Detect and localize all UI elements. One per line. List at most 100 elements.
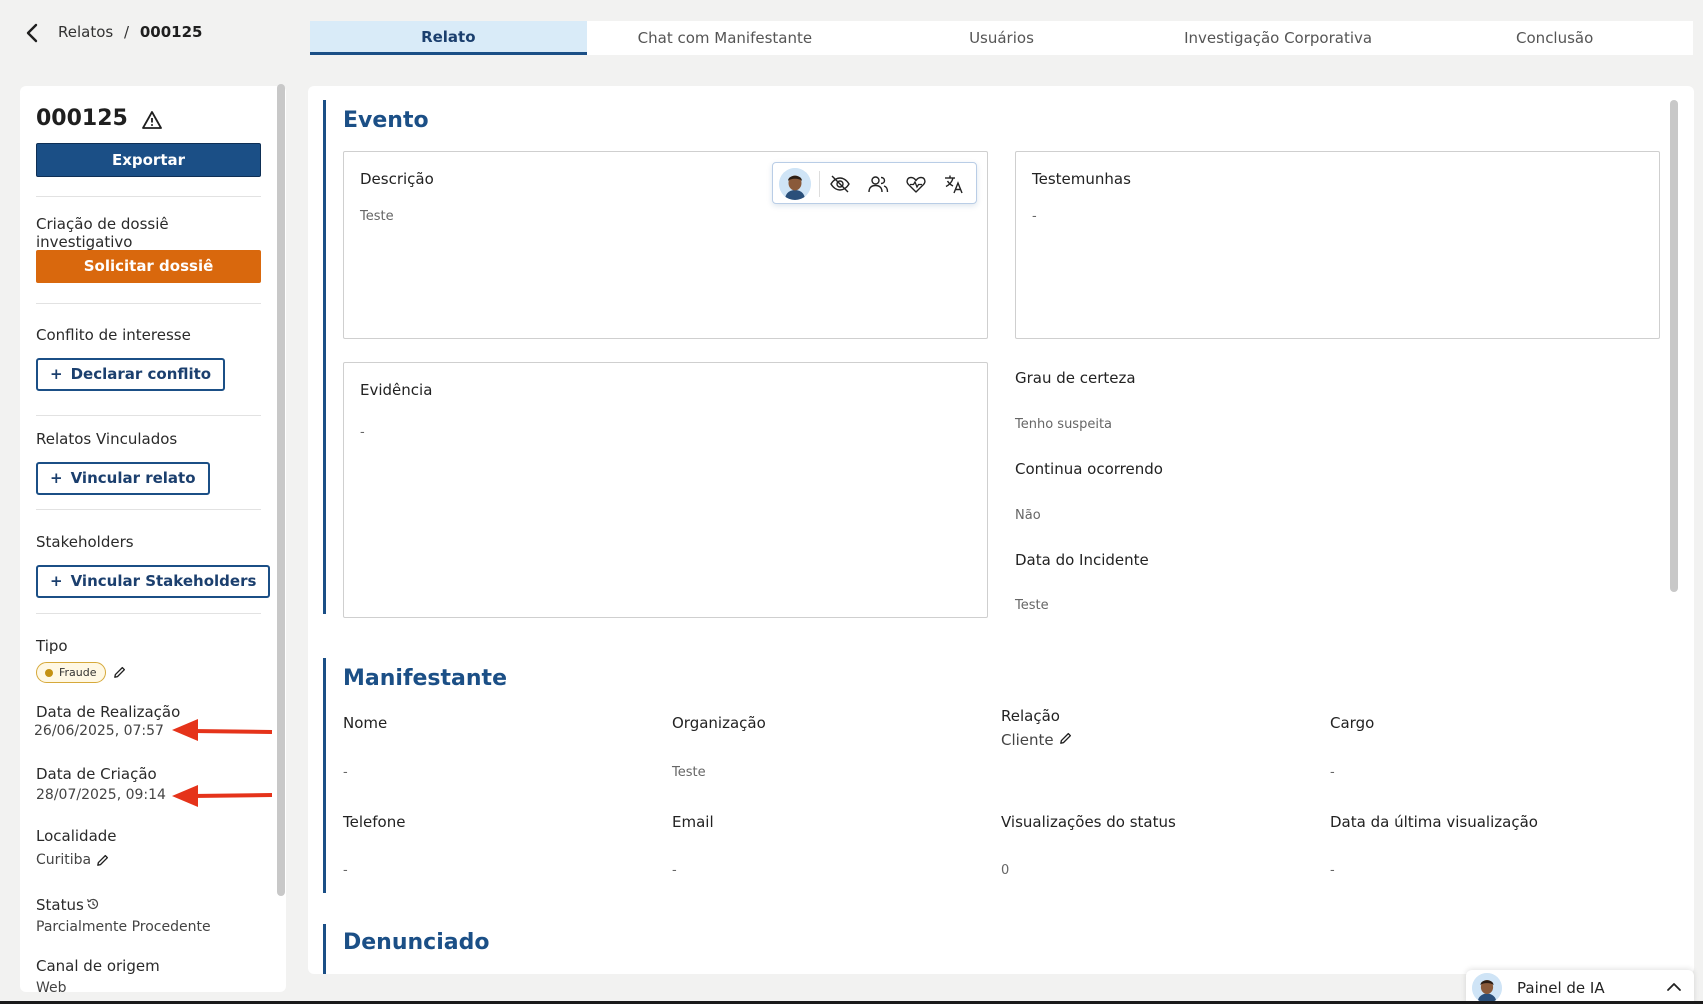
ai-avatar[interactable] [779, 168, 811, 200]
certeza-value: Tenho suspeita [1015, 417, 1113, 432]
export-button[interactable]: Exportar [36, 143, 261, 177]
sidebar-scrollbar[interactable] [277, 84, 285, 896]
link-report-label: Vincular relato [70, 469, 196, 487]
eye-off-icon[interactable] [829, 173, 851, 195]
criacao-value: 28/07/2025, 09:14 [36, 787, 166, 803]
realizacao-value: 26/06/2025, 07:57 [34, 723, 164, 739]
localidade-value: Curitiba [36, 852, 92, 868]
link-stakeholders-label: Vincular Stakeholders [70, 572, 257, 590]
sidebar: 000125 Exportar Criação de dossiê invest… [20, 86, 286, 992]
telefone-value: - [343, 863, 348, 878]
nome-value: - [343, 765, 348, 780]
tipo-value: Fraude [59, 666, 97, 679]
status-label: Status [36, 896, 84, 914]
main-scrollbar[interactable] [1670, 100, 1678, 592]
chevron-up-icon[interactable] [1666, 980, 1682, 994]
annotation-arrow [172, 719, 273, 741]
data-incidente-value: Teste [1015, 598, 1049, 613]
stakeholders-section-label: Stakeholders [36, 533, 134, 551]
heart-pulse-icon[interactable] [905, 173, 927, 195]
manifestante-title: Manifestante [343, 666, 507, 691]
translate-icon[interactable] [943, 173, 965, 195]
evidencia-value: - [360, 425, 365, 440]
realizacao-label: Data de Realização [36, 703, 181, 721]
tab-conclusao[interactable]: Conclusão [1416, 21, 1693, 55]
section-accent [323, 100, 326, 614]
views-value: 0 [1001, 863, 1010, 878]
last-view-label: Data da última visualização [1330, 813, 1538, 831]
divider [36, 196, 261, 197]
ai-avatar-icon [1472, 973, 1502, 1003]
dossie-section-label: Criação de dossiê investigativo [36, 215, 169, 251]
certeza-label: Grau de certeza [1015, 369, 1136, 387]
email-label: Email [672, 813, 714, 831]
continua-label: Continua ocorrendo [1015, 460, 1163, 478]
tipo-label: Tipo [36, 637, 68, 655]
evento-title: Evento [343, 108, 429, 133]
back-arrow-icon[interactable] [22, 22, 44, 44]
descricao-value: Teste [360, 209, 394, 224]
request-dossie-button[interactable]: Solicitar dossiê [36, 250, 261, 283]
conflict-section-label: Conflito de interesse [36, 326, 191, 344]
divider [36, 509, 261, 510]
tab-chat[interactable]: Chat com Manifestante [587, 21, 864, 55]
relacao-label: Relação [1001, 707, 1060, 725]
link-report-button[interactable]: + Vincular relato [36, 462, 210, 495]
organizacao-label: Organização [672, 714, 766, 732]
descricao-label: Descrição [360, 170, 434, 188]
ai-panel-label: Painel de IA [1517, 979, 1605, 997]
testemunhas-box: Testemunhas - [1015, 151, 1660, 339]
tipo-badge: Fraude [36, 662, 106, 683]
canal-value: Web [36, 980, 67, 992]
report-id: 000125 [36, 106, 128, 131]
breadcrumb-parent[interactable]: Relatos [58, 23, 113, 41]
breadcrumb-current: 000125 [139, 23, 203, 41]
ai-toolbar [772, 162, 977, 204]
history-icon[interactable] [86, 897, 100, 911]
breadcrumb: Relatos / 000125 [58, 23, 202, 41]
section-accent [323, 924, 326, 974]
data-incidente-label: Data do Incidente [1015, 551, 1149, 569]
plus-icon: + [50, 365, 63, 383]
organizacao-value: Teste [672, 765, 706, 780]
localidade-label: Localidade [36, 827, 117, 845]
badge-dot [45, 669, 53, 677]
ai-avatar [1472, 973, 1502, 1003]
continua-value: Não [1015, 508, 1041, 523]
pencil-icon[interactable] [1058, 731, 1073, 746]
breadcrumb-separator: / [124, 23, 130, 41]
relacao-value: Cliente [1001, 731, 1054, 749]
plus-icon: + [50, 572, 63, 590]
telefone-label: Telefone [343, 813, 406, 831]
cargo-value: - [1330, 765, 1335, 780]
canal-label: Canal de origem [36, 957, 160, 975]
email-value: - [672, 863, 677, 878]
tab-relato[interactable]: Relato [310, 21, 587, 55]
nome-label: Nome [343, 714, 388, 732]
declare-conflict-button[interactable]: + Declarar conflito [36, 358, 226, 391]
criacao-label: Data de Criação [36, 765, 157, 783]
users-icon[interactable] [867, 173, 889, 195]
toolbar-separator [819, 171, 820, 197]
testemunhas-value: - [1032, 209, 1037, 224]
linked-section-label: Relatos Vinculados [36, 430, 178, 448]
pencil-icon[interactable] [95, 853, 110, 868]
declare-conflict-label: Declarar conflito [70, 365, 212, 383]
link-stakeholders-button[interactable]: + Vincular Stakeholders [36, 565, 271, 598]
divider [36, 415, 261, 416]
main-panel: Evento Descrição Teste Testemunhas - Evi… [308, 86, 1694, 974]
tab-usuarios[interactable]: Usuários [863, 21, 1140, 55]
warning-icon [142, 111, 162, 129]
ai-panel-toggle[interactable]: Painel de IA [1466, 970, 1694, 1004]
tab-bar: Relato Chat com Manifestante Usuários In… [310, 21, 1693, 55]
evidencia-box: Evidência - [343, 362, 988, 618]
last-view-value: - [1330, 863, 1335, 878]
denunciado-title: Denunciado [343, 930, 490, 955]
tab-investigacao[interactable]: Investigação Corporativa [1140, 21, 1417, 55]
pencil-icon[interactable] [112, 665, 127, 680]
ai-avatar-icon [779, 168, 811, 200]
section-accent [323, 658, 326, 893]
divider [36, 303, 261, 304]
cargo-label: Cargo [1330, 714, 1375, 732]
annotation-arrow [172, 785, 273, 807]
